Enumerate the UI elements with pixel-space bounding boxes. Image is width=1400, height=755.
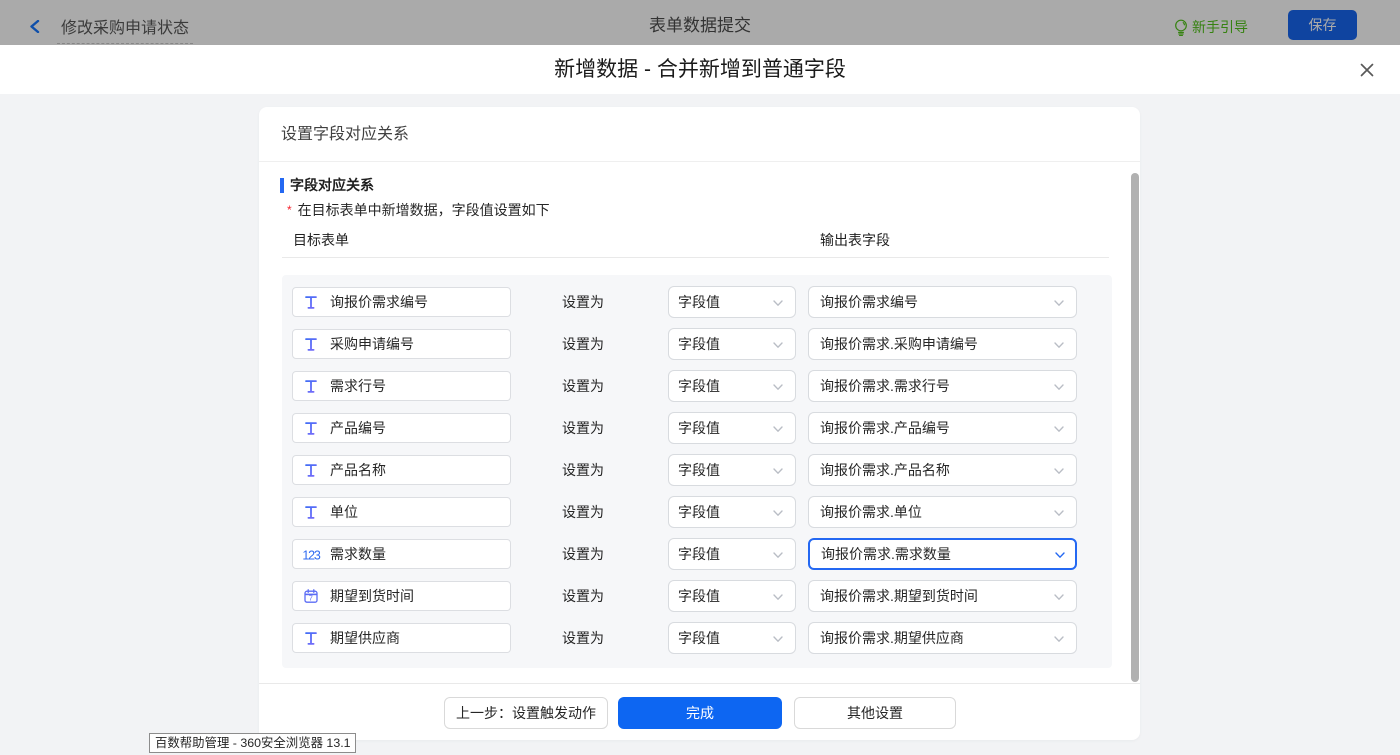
svg-text:7: 7 bbox=[309, 594, 313, 603]
svg-text:123: 123 bbox=[302, 549, 321, 561]
